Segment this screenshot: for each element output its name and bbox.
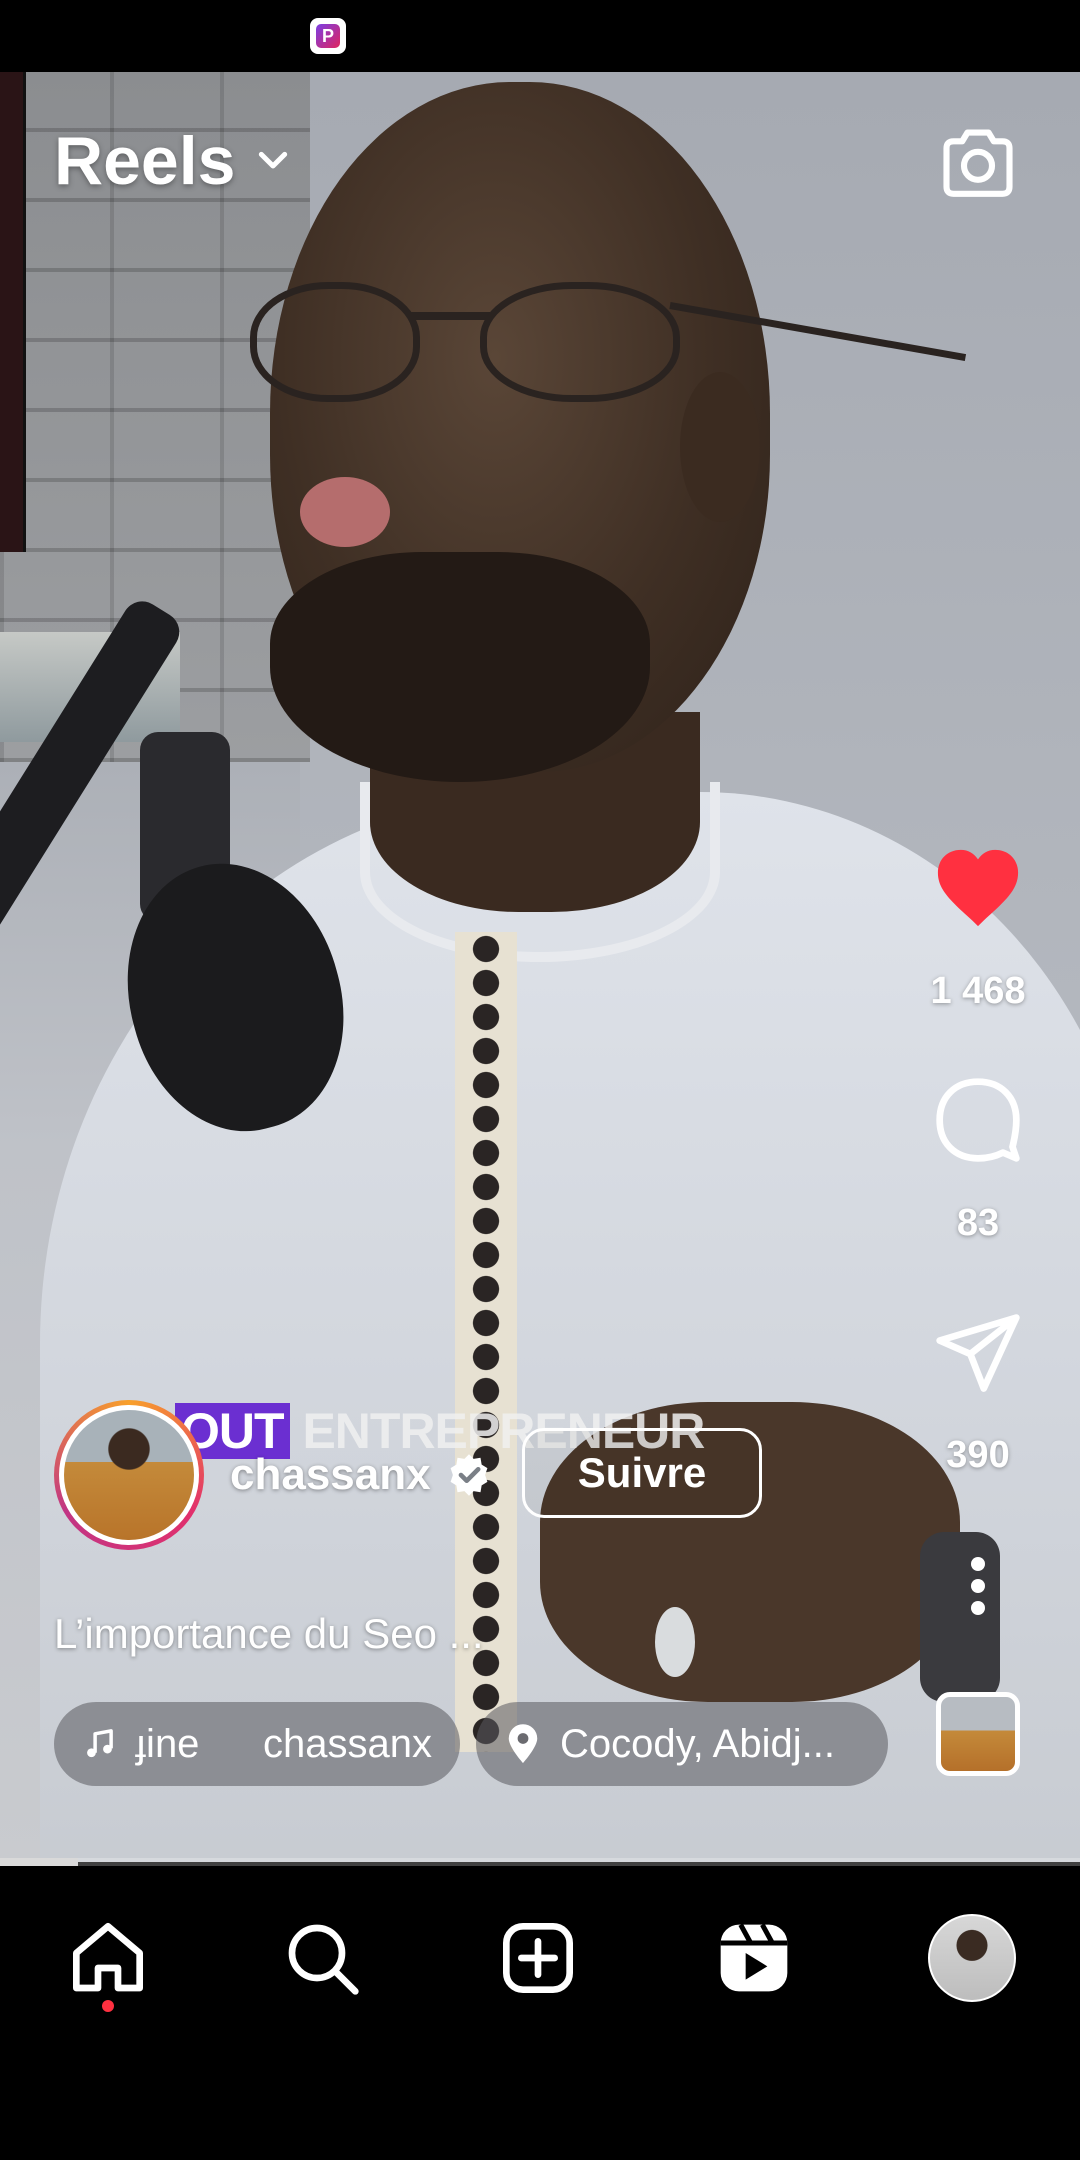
profile-avatar: [928, 1914, 1016, 2002]
comment-count: 83: [956, 1202, 1000, 1244]
nav-home[interactable]: [58, 1908, 158, 2008]
page-title: Reels: [54, 123, 236, 199]
search-icon: [288, 1924, 359, 1995]
background-monitor: [0, 72, 26, 552]
home-notification-dot: [102, 2000, 114, 2012]
music-note-icon: [87, 1729, 113, 1758]
location-pin-icon: [508, 1724, 538, 1763]
reel-caption[interactable]: L’importance du Seo ...: [54, 1610, 484, 1658]
send-icon: [936, 1314, 1020, 1392]
audio-artist: chassanx: [263, 1721, 432, 1766]
reel-video[interactable]: OUT ENTREPRENEUR: [0, 72, 1080, 1862]
comment-button[interactable]: [930, 1072, 1026, 1168]
share-button[interactable]: [930, 1306, 1026, 1402]
verified-badge-icon: [450, 1454, 488, 1496]
nav-reels[interactable]: [704, 1908, 804, 2008]
bottom-navigation: [0, 1868, 1080, 2160]
p-app-icon: P: [310, 18, 346, 54]
camera-icon[interactable]: [936, 122, 1020, 206]
location-text: Cocody, Abidj...: [560, 1721, 835, 1766]
chevron-down-icon: [259, 151, 288, 169]
finger-ring: [655, 1607, 695, 1677]
add-square-icon: [503, 1923, 573, 1993]
audio-thumbnail[interactable]: [936, 1692, 1020, 1776]
avatar: [64, 1410, 194, 1540]
follow-button[interactable]: Suivre: [522, 1428, 762, 1518]
reels-header[interactable]: Reels: [54, 122, 293, 200]
more-options-button[interactable]: [930, 1538, 1026, 1634]
home-icon: [73, 1923, 144, 1992]
author-avatar[interactable]: [54, 1400, 204, 1550]
person-beard: [270, 552, 650, 782]
like-button[interactable]: [930, 840, 1026, 936]
more-vertical-icon: [971, 1557, 985, 1615]
comment-icon: [936, 1078, 1020, 1162]
nav-search[interactable]: [272, 1908, 372, 2008]
like-count: 1 468: [930, 970, 1026, 1012]
audio-title: ɟine: [134, 1721, 200, 1766]
nav-profile[interactable]: [922, 1908, 1022, 2008]
author-username[interactable]: chassanx: [230, 1450, 431, 1500]
share-count: 390: [946, 1434, 1010, 1476]
heart-filled-icon: [937, 849, 1019, 927]
reels-icon: [720, 1923, 788, 1992]
video-progress-bar[interactable]: [0, 1858, 1080, 1866]
video-progress-fill: [0, 1858, 78, 1866]
status-bar: P: [0, 0, 1080, 72]
location-chip[interactable]: Cocody, Abidj...: [476, 1702, 888, 1786]
person-lips: [300, 477, 390, 547]
nav-create[interactable]: [488, 1908, 588, 2008]
person-glasses: [250, 272, 967, 402]
audio-chip[interactable]: ɟine chassanx: [54, 1702, 460, 1786]
